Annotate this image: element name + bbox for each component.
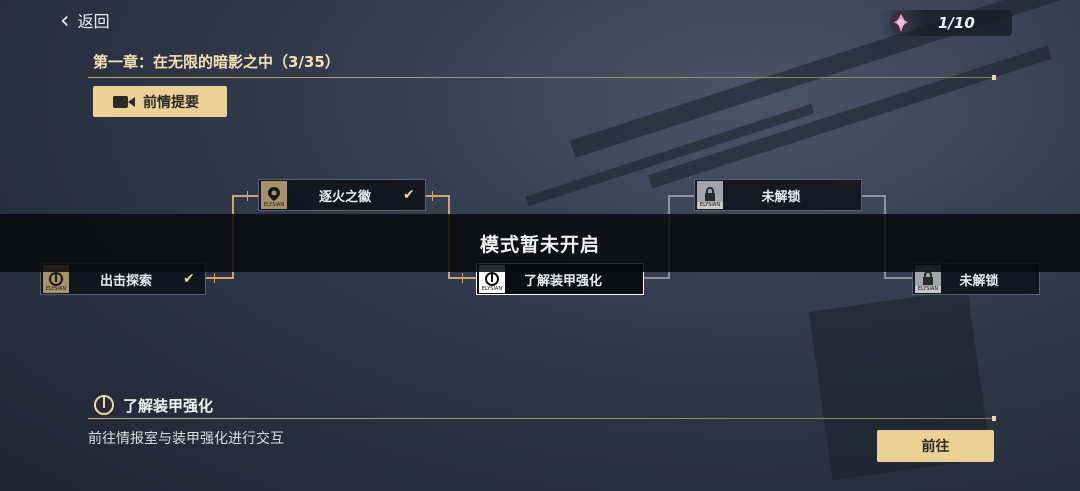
connector-cap bbox=[214, 273, 215, 283]
connector-line-locked bbox=[642, 277, 668, 279]
check-icon: ✔ bbox=[403, 187, 415, 203]
chevron-left-icon: ‹ bbox=[60, 6, 70, 34]
stage-label: 未解锁 bbox=[959, 273, 999, 289]
connector-line-locked bbox=[884, 277, 912, 279]
connector-cap bbox=[432, 191, 433, 201]
connector-cap bbox=[462, 273, 463, 283]
chapter-title: 第一章：在无限的暗影之中（3/35） bbox=[93, 53, 340, 71]
video-camera-icon bbox=[113, 95, 135, 108]
detail-title: 了解装甲强化 bbox=[93, 394, 213, 416]
stage-node-fire-emblem[interactable]: ELYSIAN 逐火之徽 ✔ bbox=[258, 179, 426, 211]
stage-label: 了解装甲强化 bbox=[523, 273, 602, 289]
crystal-icon bbox=[890, 12, 912, 34]
connector-line bbox=[232, 195, 258, 197]
anchor-icon bbox=[94, 395, 114, 415]
stage-label: 未解锁 bbox=[761, 189, 801, 205]
back-button[interactable]: ‹ 返回 bbox=[60, 8, 140, 32]
check-icon: ✔ bbox=[183, 271, 195, 287]
header-divider bbox=[88, 75, 996, 80]
connector-line bbox=[424, 195, 450, 197]
mode-unavailable-banner: 模式暂未开启 bbox=[0, 214, 1080, 272]
back-label: 返回 bbox=[77, 12, 110, 31]
connector-line bbox=[204, 277, 232, 279]
connector-cap bbox=[247, 191, 248, 201]
detail-description: 前往情报室与装甲强化进行交互 bbox=[88, 431, 284, 447]
stage-label: 逐火之徽 bbox=[318, 189, 371, 205]
recap-label: 前情提要 bbox=[143, 94, 199, 111]
stage-label: 出击探索 bbox=[99, 273, 152, 289]
connector-line-locked bbox=[860, 195, 886, 197]
connector-line-locked bbox=[668, 195, 694, 197]
recap-button[interactable]: 前情提要 bbox=[93, 86, 227, 117]
stage-node-locked-1[interactable]: ELYSIAN 未解锁 bbox=[694, 179, 862, 211]
detail-divider bbox=[88, 416, 996, 421]
lock-icon: ELYSIAN bbox=[697, 181, 723, 209]
banner-text: 模式暂未开启 bbox=[479, 233, 600, 256]
counter-value: 1/10 bbox=[938, 14, 975, 32]
location-pin-icon: ELYSIAN bbox=[261, 181, 287, 209]
go-button[interactable]: 前往 bbox=[877, 430, 994, 462]
detail-title-text: 了解装甲强化 bbox=[123, 396, 214, 415]
progress-counter: 1/10 bbox=[880, 10, 1012, 36]
